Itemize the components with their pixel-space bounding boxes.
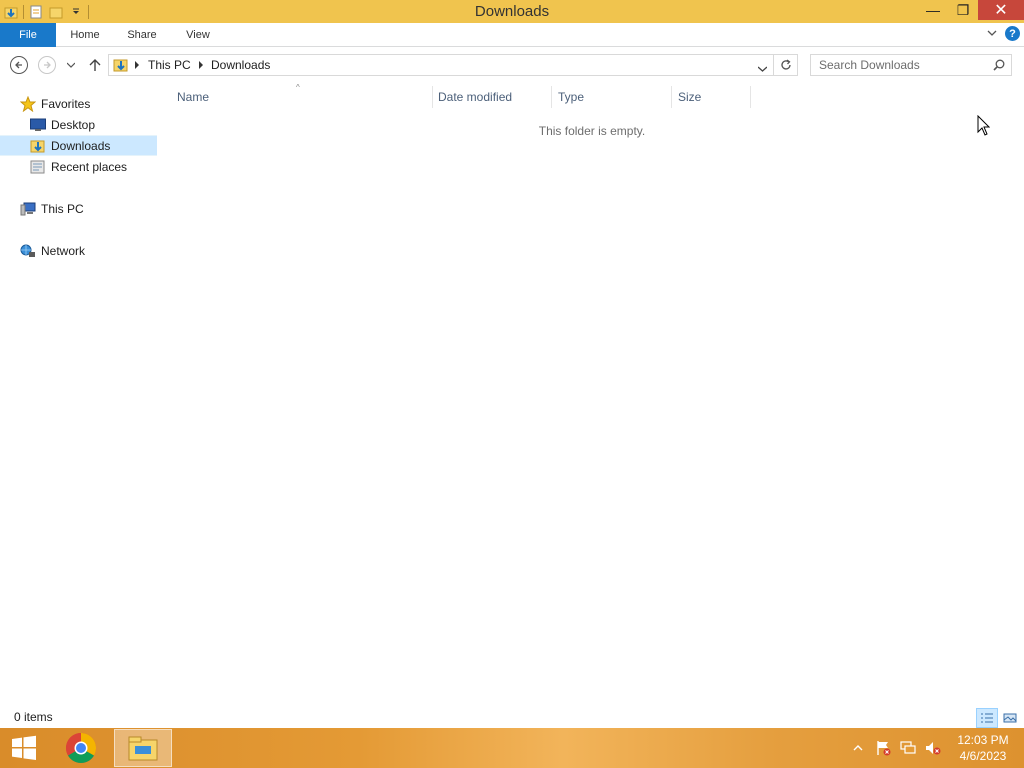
- taskbar: 12:03 PM 4/6/2023: [0, 728, 1024, 768]
- nav-favorites-label: Favorites: [41, 96, 91, 111]
- desktop-icon: [30, 117, 46, 133]
- sort-ascending-icon: ^: [296, 83, 300, 92]
- nav-recent-places-label: Recent places: [51, 159, 128, 174]
- windows-logo-icon: [12, 735, 36, 760]
- column-divider[interactable]: [432, 86, 433, 108]
- computer-icon: [20, 201, 36, 217]
- tab-share[interactable]: Share: [120, 23, 164, 47]
- column-header-size[interactable]: Size: [678, 86, 701, 108]
- large-icons-view-button[interactable]: [999, 708, 1021, 728]
- nav-recent-places[interactable]: Recent places: [0, 156, 157, 177]
- tab-file[interactable]: File: [0, 23, 56, 47]
- refresh-icon: [780, 59, 791, 70]
- breadcrumb-downloads[interactable]: Downloads: [211, 58, 270, 72]
- network-icon: [20, 243, 36, 259]
- title-bar: Downloads — ❐ ✕: [0, 0, 1024, 23]
- recent-locations-icon[interactable]: [62, 54, 80, 76]
- minimize-button[interactable]: —: [918, 0, 948, 20]
- breadcrumb-separator-icon[interactable]: [199, 61, 203, 69]
- downloads-folder-icon: [30, 138, 46, 154]
- start-button[interactable]: [8, 734, 40, 762]
- nav-this-pc-label: This PC: [41, 201, 84, 216]
- help-icon[interactable]: ?: [1005, 26, 1020, 41]
- action-center-flag-icon[interactable]: [872, 737, 894, 759]
- nav-favorites[interactable]: Favorites: [0, 93, 157, 114]
- clock-date: 4/6/2023: [959, 749, 1007, 763]
- breadcrumb-this-pc[interactable]: This PC: [148, 58, 191, 72]
- nav-desktop[interactable]: Desktop: [0, 114, 157, 135]
- recent-places-icon: [30, 159, 46, 175]
- search-input[interactable]: [811, 55, 989, 75]
- close-button[interactable]: ✕: [978, 0, 1024, 20]
- file-explorer-icon: [128, 736, 158, 761]
- column-divider[interactable]: [551, 86, 552, 108]
- mouse-cursor-icon: [977, 114, 991, 139]
- column-header-date-modified[interactable]: Date modified: [438, 86, 512, 108]
- star-icon: [20, 95, 36, 112]
- search-icon[interactable]: [993, 59, 1005, 74]
- column-divider[interactable]: [671, 86, 672, 108]
- details-view-button[interactable]: [976, 708, 998, 728]
- window-title: Downloads: [474, 3, 550, 20]
- status-bar: 0 items: [0, 706, 1024, 728]
- breadcrumb-separator-icon[interactable]: [135, 61, 139, 69]
- clock[interactable]: 12:03 PM 4/6/2023: [952, 732, 1014, 764]
- nav-network-label: Network: [41, 243, 86, 258]
- tab-home[interactable]: Home: [62, 23, 108, 47]
- clock-time: 12:03 PM: [957, 733, 1009, 747]
- empty-folder-message: This folder is empty.: [538, 124, 646, 138]
- refresh-button[interactable]: [774, 54, 798, 76]
- ribbon: File Home Share View ?: [0, 23, 1024, 47]
- tab-view[interactable]: View: [178, 23, 218, 47]
- nav-downloads[interactable]: Downloads: [0, 135, 157, 156]
- nav-network[interactable]: Network: [0, 240, 157, 261]
- expand-ribbon-icon[interactable]: [987, 27, 997, 41]
- large-icons-view-icon: [1003, 713, 1017, 723]
- forward-button[interactable]: [36, 54, 58, 76]
- navigation-pane: Favorites Desktop Downloads Recent place…: [0, 88, 157, 706]
- volume-muted-icon[interactable]: [922, 737, 944, 759]
- address-dropdown-icon[interactable]: [757, 61, 768, 75]
- column-header-type[interactable]: Type: [558, 86, 584, 108]
- window-controls: — ❐ ✕: [918, 0, 1024, 23]
- system-tray: 12:03 PM 4/6/2023: [844, 728, 1024, 768]
- nav-this-pc[interactable]: This PC: [0, 198, 157, 219]
- taskbar-file-explorer[interactable]: [114, 729, 172, 767]
- chrome-icon: [65, 733, 97, 764]
- taskbar-chrome[interactable]: [52, 729, 110, 767]
- search-box[interactable]: [810, 54, 1012, 76]
- back-button[interactable]: [8, 54, 30, 76]
- address-bar[interactable]: This PC Downloads: [108, 54, 774, 76]
- nav-desktop-label: Desktop: [51, 117, 96, 132]
- details-view-icon: [981, 713, 993, 723]
- item-count: 0 items: [14, 710, 53, 724]
- restore-button[interactable]: ❐: [948, 0, 978, 20]
- nav-downloads-label: Downloads: [51, 138, 111, 153]
- downloads-folder-icon: [113, 57, 129, 76]
- show-hidden-icons-icon[interactable]: [847, 737, 869, 759]
- column-header-name[interactable]: Name: [177, 86, 209, 108]
- column-divider[interactable]: [750, 86, 751, 108]
- network-status-icon[interactable]: [897, 737, 919, 759]
- up-button[interactable]: [84, 54, 106, 76]
